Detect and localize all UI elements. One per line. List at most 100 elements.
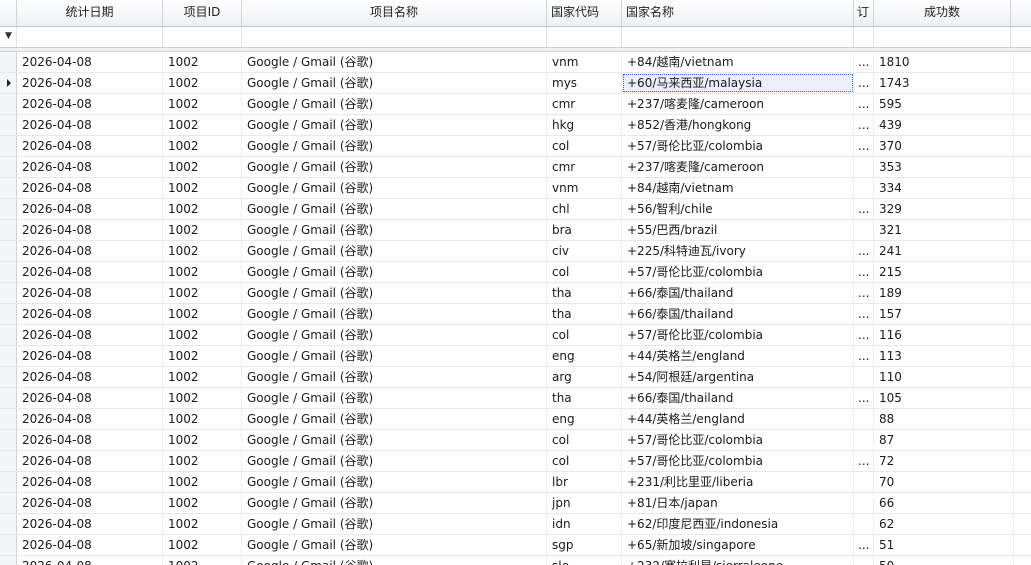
data-grid[interactable]: 统计日期 项目ID 项目名称 国家代码 国家名称 订 成功数 ▼ 2026-04…: [0, 0, 1031, 565]
project-name-cell[interactable]: Google / Gmail (谷歌): [242, 409, 547, 429]
project-id-cell[interactable]: 1002: [163, 241, 242, 261]
filter-funnel-icon[interactable]: ▼: [5, 31, 12, 41]
country-code-cell[interactable]: bra: [547, 220, 622, 240]
date-cell[interactable]: 2026-04-08: [17, 493, 163, 513]
extra-cell[interactable]: ...: [854, 115, 874, 135]
row-indicator[interactable]: [0, 73, 17, 93]
country-name-cell[interactable]: +57/哥伦比亚/colombia: [622, 430, 854, 450]
country-code-cell[interactable]: vnm: [547, 178, 622, 198]
date-cell[interactable]: 2026-04-08: [17, 157, 163, 177]
extra-cell[interactable]: ...: [854, 262, 874, 282]
country-code-cell[interactable]: tha: [547, 304, 622, 324]
extra-cell[interactable]: [854, 409, 874, 429]
filter-country-code[interactable]: [547, 27, 622, 47]
project-id-cell[interactable]: 1002: [163, 115, 242, 135]
table-row[interactable]: 2026-04-08 1002 Google / Gmail (谷歌) cmr +237…: [0, 94, 1031, 115]
project-id-cell[interactable]: 1002: [163, 94, 242, 114]
date-cell[interactable]: 2026-04-08: [17, 472, 163, 492]
date-cell[interactable]: 2026-04-08: [17, 514, 163, 534]
project-id-cell[interactable]: 1002: [163, 52, 242, 72]
project-name-cell[interactable]: Google / Gmail (谷歌): [242, 73, 547, 93]
project-id-cell[interactable]: 1002: [163, 199, 242, 219]
header-country-name[interactable]: 国家名称: [622, 0, 854, 26]
country-name-cell[interactable]: +57/哥伦比亚/colombia: [622, 262, 854, 282]
success-count-cell[interactable]: 1743: [874, 73, 1014, 93]
row-indicator[interactable]: [0, 94, 17, 114]
country-code-cell[interactable]: col: [547, 262, 622, 282]
country-name-cell[interactable]: +55/巴西/brazil: [622, 220, 854, 240]
header-country-code[interactable]: 国家代码: [547, 0, 622, 26]
country-code-cell[interactable]: mys: [547, 73, 622, 93]
success-count-cell[interactable]: 87: [874, 430, 1014, 450]
country-name-cell[interactable]: +44/英格兰/england: [622, 346, 854, 366]
row-indicator[interactable]: [0, 199, 17, 219]
filter-success-count[interactable]: [874, 27, 1011, 47]
country-name-cell[interactable]: +65/新加坡/singapore: [622, 535, 854, 555]
success-count-cell[interactable]: 66: [874, 493, 1014, 513]
date-cell[interactable]: 2026-04-08: [17, 388, 163, 408]
extra-cell[interactable]: ...: [854, 73, 874, 93]
date-cell[interactable]: 2026-04-08: [17, 94, 163, 114]
project-name-cell[interactable]: Google / Gmail (谷歌): [242, 367, 547, 387]
date-cell[interactable]: 2026-04-08: [17, 409, 163, 429]
table-row[interactable]: 2026-04-08 1002 Google / Gmail (谷歌) arg +54/…: [0, 367, 1031, 388]
project-id-cell[interactable]: 1002: [163, 451, 242, 471]
success-count-cell[interactable]: 595: [874, 94, 1014, 114]
country-code-cell[interactable]: col: [547, 136, 622, 156]
header-project-id[interactable]: 项目ID: [163, 0, 242, 26]
country-name-cell[interactable]: +60/马来西亚/malaysia: [622, 73, 854, 93]
filter-project-id[interactable]: [163, 27, 242, 47]
success-count-cell[interactable]: 116: [874, 325, 1014, 345]
project-id-cell[interactable]: 1002: [163, 367, 242, 387]
project-name-cell[interactable]: Google / Gmail (谷歌): [242, 493, 547, 513]
table-row[interactable]: 2026-04-08 1002 Google / Gmail (谷歌) hkg +852…: [0, 115, 1031, 136]
extra-cell[interactable]: ...: [854, 346, 874, 366]
date-cell[interactable]: 2026-04-08: [17, 304, 163, 324]
extra-cell[interactable]: ...: [854, 52, 874, 72]
date-cell[interactable]: 2026-04-08: [17, 220, 163, 240]
filter-date[interactable]: [17, 27, 163, 47]
project-id-cell[interactable]: 1002: [163, 409, 242, 429]
table-row[interactable]: 2026-04-08 1002 Google / Gmail (谷歌) tha +66/…: [0, 388, 1031, 409]
project-name-cell[interactable]: Google / Gmail (谷歌): [242, 556, 547, 565]
row-indicator[interactable]: [0, 472, 17, 492]
row-indicator[interactable]: [0, 556, 17, 565]
table-row[interactable]: 2026-04-08 1002 Google / Gmail (谷歌) mys +60/…: [0, 73, 1031, 94]
row-indicator[interactable]: [0, 52, 17, 72]
country-name-cell[interactable]: +231/利比里亚/liberia: [622, 472, 854, 492]
project-name-cell[interactable]: Google / Gmail (谷歌): [242, 262, 547, 282]
country-code-cell[interactable]: sle: [547, 556, 622, 565]
table-row[interactable]: 2026-04-08 1002 Google / Gmail (谷歌) jpn +81/…: [0, 493, 1031, 514]
country-code-cell[interactable]: sgp: [547, 535, 622, 555]
extra-cell[interactable]: ...: [854, 388, 874, 408]
project-name-cell[interactable]: Google / Gmail (谷歌): [242, 388, 547, 408]
country-name-cell[interactable]: +81/日本/japan: [622, 493, 854, 513]
project-id-cell[interactable]: 1002: [163, 472, 242, 492]
table-row[interactable]: 2026-04-08 1002 Google / Gmail (谷歌) chl +56/…: [0, 199, 1031, 220]
country-name-cell[interactable]: +54/阿根廷/argentina: [622, 367, 854, 387]
country-code-cell[interactable]: chl: [547, 199, 622, 219]
extra-cell[interactable]: ...: [854, 535, 874, 555]
project-name-cell[interactable]: Google / Gmail (谷歌): [242, 199, 547, 219]
table-row[interactable]: 2026-04-08 1002 Google / Gmail (谷歌) vnm +84/…: [0, 178, 1031, 199]
country-code-cell[interactable]: cmr: [547, 157, 622, 177]
date-cell[interactable]: 2026-04-08: [17, 199, 163, 219]
success-count-cell[interactable]: 321: [874, 220, 1014, 240]
success-count-cell[interactable]: 62: [874, 514, 1014, 534]
row-indicator[interactable]: [0, 220, 17, 240]
country-name-cell[interactable]: +84/越南/vietnam: [622, 178, 854, 198]
filter-project-name[interactable]: [242, 27, 547, 47]
country-name-cell[interactable]: +66/泰国/thailand: [622, 283, 854, 303]
row-indicator[interactable]: [0, 514, 17, 534]
table-row[interactable]: 2026-04-08 1002 Google / Gmail (谷歌) col +57/…: [0, 451, 1031, 472]
project-name-cell[interactable]: Google / Gmail (谷歌): [242, 241, 547, 261]
row-indicator[interactable]: [0, 493, 17, 513]
extra-cell[interactable]: [854, 430, 874, 450]
country-name-cell[interactable]: +852/香港/hongkong: [622, 115, 854, 135]
date-cell[interactable]: 2026-04-08: [17, 556, 163, 565]
project-name-cell[interactable]: Google / Gmail (谷歌): [242, 451, 547, 471]
table-row[interactable]: 2026-04-081002Google / Gmail (谷歌)sle+232…: [0, 556, 1031, 565]
extra-cell[interactable]: ...: [854, 304, 874, 324]
project-name-cell[interactable]: Google / Gmail (谷歌): [242, 52, 547, 72]
country-code-cell[interactable]: jpn: [547, 493, 622, 513]
